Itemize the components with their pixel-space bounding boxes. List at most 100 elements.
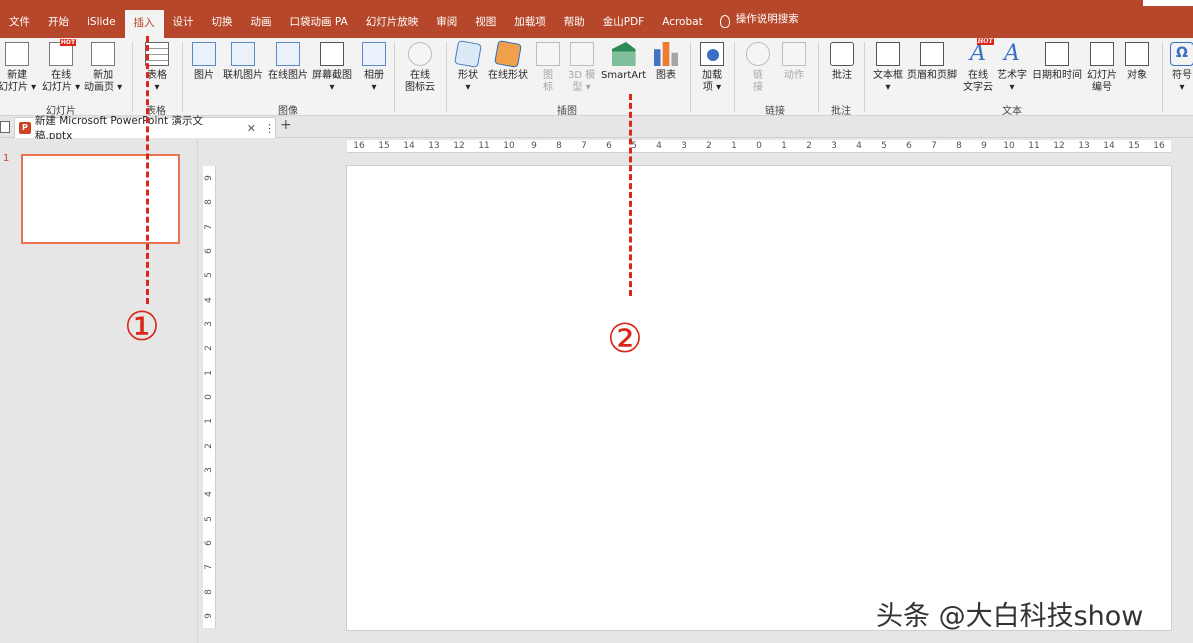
tab-6[interactable]: 动画 bbox=[242, 0, 281, 38]
tab-2[interactable]: iSlide bbox=[78, 0, 125, 38]
tab-5[interactable]: 切换 bbox=[203, 0, 242, 38]
document-list-icon[interactable] bbox=[0, 121, 10, 133]
tab-1[interactable]: 开始 bbox=[39, 0, 78, 38]
tab-9[interactable]: 审阅 bbox=[427, 0, 466, 38]
album-button[interactable]: 相册 ▾ bbox=[362, 42, 386, 94]
ruler-tick-label: 3 bbox=[831, 141, 837, 151]
comment-button[interactable]: 批注 bbox=[830, 42, 854, 82]
animation-page-icon bbox=[91, 42, 116, 66]
tab-0[interactable]: 文件 bbox=[0, 0, 39, 38]
tab-10[interactable]: 视图 bbox=[466, 0, 505, 38]
ruler-tick-label: 2 bbox=[204, 345, 214, 352]
icons-button[interactable]: 图 标 bbox=[536, 42, 560, 94]
new-animation-page-button[interactable]: 新加 动画页 ▾ bbox=[84, 42, 122, 94]
addins-button[interactable]: 加载 项 ▾ bbox=[700, 42, 724, 94]
wordart-button[interactable]: A 艺术字 ▾ bbox=[997, 42, 1027, 94]
ruler-tick-label: 3 bbox=[681, 141, 687, 151]
tab-12[interactable]: 帮助 bbox=[555, 0, 594, 38]
ruler-tick-label: 10 bbox=[503, 141, 515, 151]
group-separator bbox=[394, 42, 395, 112]
ruler-tick-label: 9 bbox=[531, 141, 537, 151]
online-text-cloud-button[interactable]: A HOT 在线 文字云 bbox=[963, 38, 994, 94]
action-button[interactable]: 动作 bbox=[782, 42, 806, 82]
album-icon bbox=[362, 42, 386, 66]
chart-button[interactable]: 图表 bbox=[654, 42, 678, 82]
screenshot-button[interactable]: 屏幕截图 ▾ bbox=[312, 42, 352, 94]
ruler-tick-label: 1 bbox=[781, 141, 787, 151]
new-tab-button[interactable]: + bbox=[280, 117, 292, 133]
online-shapes-button[interactable]: 在线形状 bbox=[488, 40, 528, 82]
tab-7[interactable]: 口袋动画 PA bbox=[281, 0, 357, 38]
new-slide-button[interactable]: 新建 幻灯片 ▾ bbox=[0, 42, 36, 94]
slide-thumbnail[interactable] bbox=[21, 154, 180, 244]
ruler-tick-label: 2 bbox=[806, 141, 812, 151]
wordart-icon: A bbox=[1004, 41, 1020, 66]
online-picture-library-button[interactable]: 联机图片 bbox=[223, 42, 263, 82]
tab-14[interactable]: Acrobat bbox=[653, 0, 712, 38]
omega-icon: Ω bbox=[1170, 42, 1193, 66]
camera-icon bbox=[320, 42, 344, 66]
tab-11[interactable]: 加载项 bbox=[505, 0, 555, 38]
document-tab[interactable]: P 新建 Microsoft PowerPoint 演示文稿.pptx ✕ ⋮ bbox=[14, 115, 276, 142]
lightbulb-icon bbox=[719, 14, 730, 28]
ruler-tick-label: 4 bbox=[204, 296, 214, 303]
ruler-tick-label: 3 bbox=[204, 467, 214, 473]
ruler-tick-label: 2 bbox=[204, 442, 214, 449]
more-icon[interactable]: ⋮ bbox=[264, 122, 275, 135]
ruler-tick-label: 1 bbox=[204, 418, 214, 425]
ruler-tick-label: 9 bbox=[204, 175, 214, 181]
tab-13[interactable]: 金山PDF bbox=[594, 0, 653, 38]
object-button[interactable]: 对象 bbox=[1125, 42, 1149, 82]
header-footer-icon bbox=[920, 42, 944, 66]
watermark: 头条 @大白科技show bbox=[876, 601, 1144, 632]
group-separator bbox=[182, 42, 183, 112]
3d-model-button[interactable]: 3D 模 型 ▾ bbox=[568, 42, 595, 94]
annotation-marker-1: ① bbox=[124, 304, 160, 350]
ruler-tick-label: 6 bbox=[204, 540, 214, 546]
group-separator bbox=[864, 42, 865, 112]
textbox-icon bbox=[876, 42, 900, 66]
online-slide-button[interactable]: HOT 在线 幻灯片 ▾ bbox=[42, 39, 80, 94]
search-label: 操作说明搜索 bbox=[735, 13, 799, 25]
ruler-tick-label: 6 bbox=[606, 141, 612, 151]
group-separator bbox=[818, 42, 819, 112]
ruler-tick-label: 15 bbox=[378, 141, 390, 151]
ruler-tick-label: 13 bbox=[428, 141, 440, 151]
group-label-illustrations: 插图 bbox=[557, 106, 577, 117]
slide-number-icon bbox=[1090, 42, 1114, 66]
slide-thumbnails-pane: 1 bbox=[0, 139, 198, 643]
symbol-button[interactable]: Ω 符号 ▾ bbox=[1170, 42, 1193, 94]
ruler-tick-label: 4 bbox=[856, 141, 862, 151]
online-picture-button[interactable]: 在线图片 bbox=[268, 42, 308, 82]
picture-button[interactable]: 图片 bbox=[192, 42, 216, 82]
ruler-tick-label: 16 bbox=[1153, 141, 1165, 151]
icon-cloud-icon bbox=[408, 42, 432, 66]
slide-number-button[interactable]: 幻灯片 编号 bbox=[1087, 42, 1117, 94]
annotation-dashed-line-1 bbox=[146, 36, 149, 304]
ruler-tick-label: 0 bbox=[204, 394, 214, 400]
tab-4[interactable]: 设计 bbox=[164, 0, 203, 38]
date-time-button[interactable]: 日期和时间 bbox=[1032, 42, 1082, 82]
header-footer-button[interactable]: 页眉和页脚 bbox=[907, 42, 957, 82]
ruler-tick-label: 9 bbox=[204, 613, 214, 619]
link-button[interactable]: 链 接 bbox=[746, 42, 770, 94]
tell-me-search[interactable]: 操作说明搜索 bbox=[712, 0, 799, 38]
textbox-button[interactable]: 文本框 ▾ bbox=[873, 42, 903, 94]
shapes-button[interactable]: 形状 ▾ bbox=[454, 40, 482, 94]
horizontal-ruler: 16 15 14 13 12 11 10 9 8 7 6 5 4 3 2 1 0 1 2 3 4 5 6 7 8 9 10 11 12 1… bbox=[347, 140, 1171, 153]
tab-8[interactable]: 幻灯片放映 bbox=[357, 0, 428, 38]
close-icon[interactable]: ✕ bbox=[247, 122, 256, 135]
ruler-tick-label: 3 bbox=[204, 321, 214, 327]
text-cloud-icon: A HOT bbox=[970, 38, 994, 66]
tab-3[interactable]: 插入 bbox=[124, 10, 164, 38]
link-globe-icon bbox=[746, 42, 770, 66]
ruler-tick-label: 5 bbox=[204, 515, 214, 522]
online-icon-cloud-button[interactable]: 在线 图标云 bbox=[405, 42, 435, 94]
calendar-icon bbox=[1045, 42, 1069, 66]
ribbon-tab-bar: 文件 开始 iSlide 插入 设计 切换 动画 口袋动画 PA 幻灯片放映 审阅 视图 加载项 帮助金… bbox=[0, 0, 1193, 38]
comment-icon bbox=[830, 42, 854, 66]
smartart-button[interactable]: SmartArt bbox=[601, 42, 646, 82]
annotation-marker-2: ② bbox=[607, 316, 643, 362]
group-label-text: 文本 bbox=[1002, 106, 1022, 117]
slide-canvas[interactable] bbox=[347, 166, 1171, 630]
